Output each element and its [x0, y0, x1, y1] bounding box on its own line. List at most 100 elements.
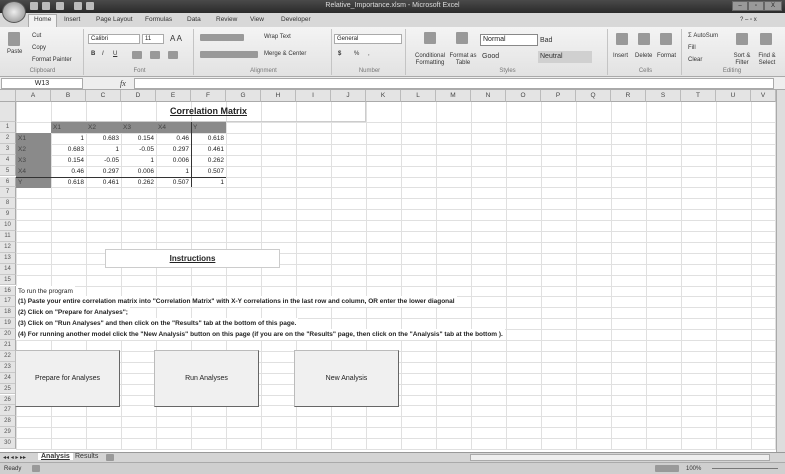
row-header[interactable]: 5: [0, 165, 16, 177]
column-header[interactable]: K: [366, 90, 401, 102]
sheet-tab-results[interactable]: Results: [72, 453, 101, 460]
column-header[interactable]: U: [716, 90, 751, 102]
matrix-col-header[interactable]: X3: [121, 122, 156, 133]
save-icon[interactable]: [30, 2, 38, 10]
row-header[interactable]: 19: [0, 318, 16, 330]
sheet-nav-arrows-icon[interactable]: ◂◂ ◂ ▸ ▸▸: [3, 454, 26, 461]
row-header[interactable]: 13: [0, 252, 16, 264]
row-header[interactable]: 22: [0, 350, 16, 362]
row-header[interactable]: 14: [0, 263, 16, 275]
matrix-cell[interactable]: 0.46: [156, 133, 191, 144]
row-header[interactable]: 15: [0, 274, 16, 286]
name-box[interactable]: W13: [1, 78, 83, 89]
matrix-col-header[interactable]: X1: [51, 122, 86, 133]
matrix-cell[interactable]: 0.683: [86, 133, 121, 144]
column-header[interactable]: Q: [576, 90, 611, 102]
row-header[interactable]: 21: [0, 340, 16, 351]
sheet-tab-analysis[interactable]: Analysis: [38, 453, 73, 460]
matrix-cell[interactable]: 0.154: [51, 155, 86, 166]
column-header[interactable]: R: [611, 90, 646, 102]
underline-button[interactable]: U: [113, 51, 117, 57]
row-header[interactable]: 11: [0, 231, 16, 242]
row-header[interactable]: 24: [0, 372, 16, 384]
matrix-cell[interactable]: 0.46: [51, 166, 86, 177]
matrix-cell[interactable]: 0.507: [156, 177, 191, 188]
sort-filter-button[interactable]: Sort & Filter: [730, 53, 754, 67]
matrix-cell[interactable]: 1: [121, 155, 156, 166]
row-header[interactable]: 12: [0, 241, 16, 253]
column-header[interactable]: H: [261, 90, 296, 102]
row-header[interactable]: 28: [0, 416, 16, 428]
find-select-button[interactable]: Find & Select: [754, 53, 780, 67]
row-header[interactable]: 3: [0, 143, 16, 155]
matrix-cell[interactable]: -0.05: [86, 155, 121, 166]
new-analysis-button[interactable]: New Analysis: [294, 349, 399, 407]
row-header[interactable]: 1: [0, 122, 16, 133]
print-preview-icon[interactable]: [74, 2, 82, 10]
vertical-align-icons[interactable]: [200, 34, 244, 41]
undo-icon[interactable]: [42, 2, 50, 10]
row-header[interactable]: 4: [0, 154, 16, 166]
tab-page-layout[interactable]: Page Layout: [96, 16, 133, 23]
matrix-cell[interactable]: 0.507: [191, 166, 226, 177]
style-neutral[interactable]: Neutral: [538, 51, 592, 63]
matrix-cell[interactable]: 0.618: [191, 133, 226, 144]
prepare-for-analyses-button[interactable]: Prepare for Analyses: [15, 349, 120, 407]
row-header[interactable]: 16: [0, 285, 16, 297]
column-header[interactable]: C: [86, 90, 121, 102]
run-analyses-button[interactable]: Run Analyses: [154, 349, 259, 407]
font-size-select[interactable]: 11: [142, 34, 164, 44]
fx-icon[interactable]: fx: [120, 79, 126, 88]
matrix-cell[interactable]: 0.297: [86, 166, 121, 177]
matrix-cell[interactable]: 0.154: [121, 133, 156, 144]
macro-record-icon[interactable]: [32, 465, 40, 472]
row-header[interactable]: 23: [0, 361, 16, 373]
minimize-button[interactable]: –: [732, 1, 748, 11]
insert-sheet-icon[interactable]: [106, 454, 114, 461]
merge-center-button[interactable]: Merge & Center: [264, 51, 306, 57]
style-normal[interactable]: Normal: [480, 34, 538, 46]
clear-button[interactable]: Clear: [688, 57, 702, 63]
row-header[interactable]: 10: [0, 220, 16, 231]
view-buttons-icon[interactable]: [655, 465, 679, 472]
maximize-button[interactable]: ▫: [748, 1, 764, 11]
column-header[interactable]: A: [16, 90, 51, 102]
column-header[interactable]: T: [681, 90, 716, 102]
format-painter-button[interactable]: Format Painter: [32, 57, 72, 63]
format-as-table-button[interactable]: Format as Table: [448, 53, 478, 67]
move-icon[interactable]: [86, 2, 94, 10]
select-all-corner[interactable]: [0, 90, 16, 102]
matrix-row-header[interactable]: X1: [16, 132, 51, 144]
worksheet-grid[interactable]: A B C D E F G H I J K L M N O P Q R S T U V 1 2 3 4 5 6 7 8 9 10 11 12 13 1…: [0, 90, 776, 452]
column-header[interactable]: J: [331, 90, 366, 102]
row-header[interactable]: 9: [0, 209, 16, 221]
font-color-icon[interactable]: [168, 51, 178, 59]
format-button[interactable]: Format: [657, 53, 676, 59]
zoom-slider[interactable]: [712, 468, 778, 469]
row-header[interactable]: 6: [0, 176, 16, 188]
matrix-cell[interactable]: 0.006: [121, 166, 156, 177]
tab-review[interactable]: Review: [216, 16, 237, 23]
column-header[interactable]: P: [541, 90, 576, 102]
column-header[interactable]: M: [436, 90, 471, 102]
tab-home[interactable]: Home: [28, 14, 58, 27]
redo-icon[interactable]: [56, 2, 64, 10]
close-button[interactable]: X: [764, 1, 782, 11]
row-header[interactable]: 2: [0, 132, 16, 144]
matrix-row-header[interactable]: X2: [16, 143, 51, 155]
fill-button[interactable]: Fill: [688, 45, 696, 51]
office-button[interactable]: [2, 1, 26, 23]
matrix-cell[interactable]: 0.618: [51, 177, 86, 188]
tab-developer[interactable]: Developer: [281, 16, 311, 23]
tab-formulas[interactable]: Formulas: [145, 16, 172, 23]
matrix-cell[interactable]: 0.461: [191, 144, 226, 155]
column-header[interactable]: B: [51, 90, 86, 102]
row-header[interactable]: [0, 102, 16, 122]
row-header[interactable]: 30: [0, 438, 16, 449]
horizontal-align-icons[interactable]: [200, 51, 258, 58]
delete-button[interactable]: Delete: [635, 53, 652, 59]
row-header[interactable]: 29: [0, 427, 16, 439]
matrix-row-header[interactable]: X4: [16, 165, 51, 177]
wrap-text-button[interactable]: Wrap Text: [264, 34, 291, 40]
row-header[interactable]: 18: [0, 307, 16, 319]
